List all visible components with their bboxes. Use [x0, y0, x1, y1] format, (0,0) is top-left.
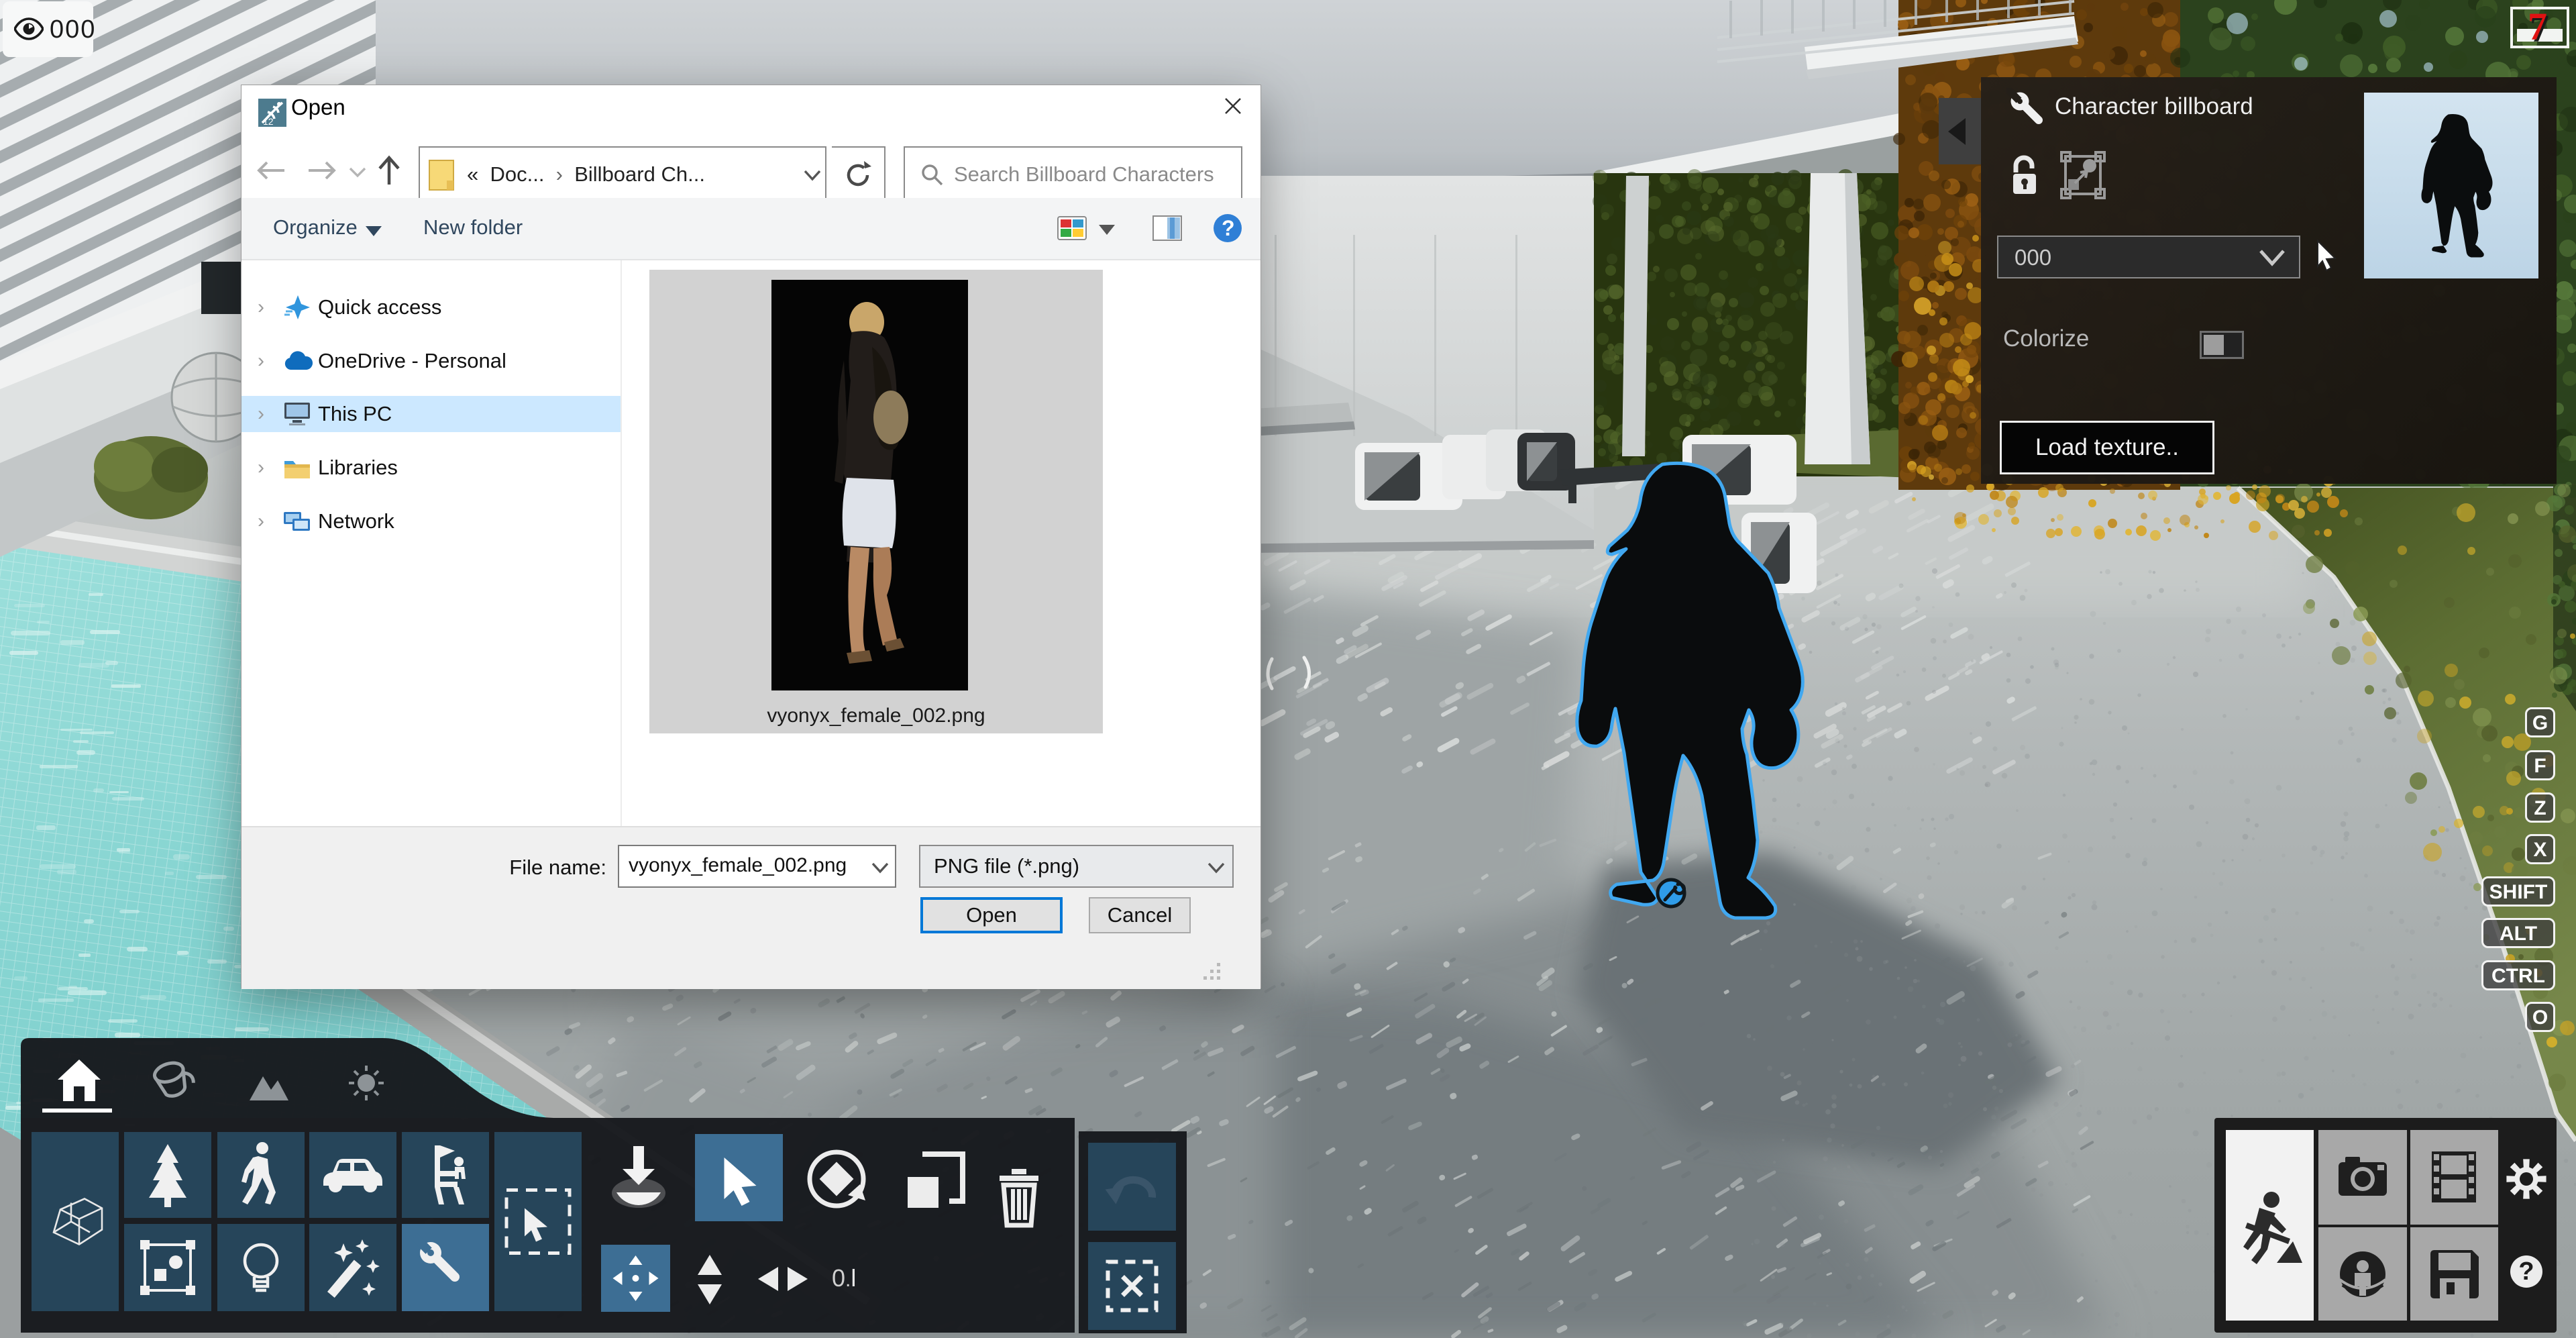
svg-text:?: ? [1222, 216, 1235, 240]
svg-text:12: 12 [263, 116, 274, 127]
svg-text:7: 7 [2528, 7, 2547, 48]
